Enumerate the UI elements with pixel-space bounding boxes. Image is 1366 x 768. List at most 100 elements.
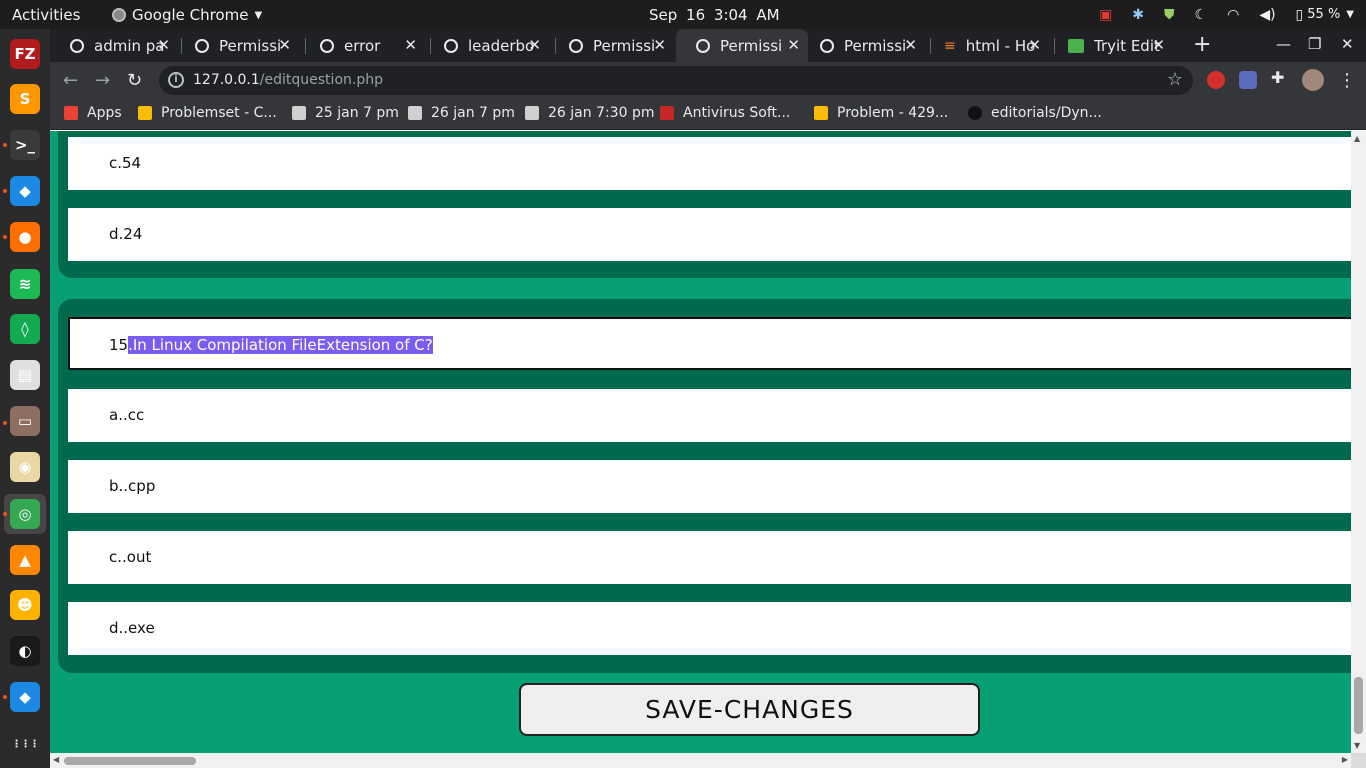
scroll-left-arrow-icon[interactable]: ◀	[53, 755, 59, 764]
bookmark-apps[interactable]: Apps	[64, 105, 122, 121]
github-icon	[968, 106, 982, 120]
forward-arrow-icon[interactable]: →	[95, 70, 110, 91]
info-icon[interactable]: i	[168, 72, 184, 88]
file-manager-icon[interactable]: ▭	[10, 406, 40, 436]
volume-icon[interactable]: ◀)	[1259, 7, 1275, 23]
bookmark-26jan-7pm[interactable]: 26 jan 7 pm	[408, 105, 515, 121]
option-a-field[interactable]: a..cc	[68, 389, 1351, 442]
close-icon[interactable]: ✕	[904, 36, 917, 54]
option-d-field[interactable]: d..exe	[68, 602, 1351, 655]
mongodb-compass-icon[interactable]: ◊	[10, 314, 40, 344]
rhythmbox-icon[interactable]: ◉	[10, 452, 40, 482]
reload-icon[interactable]: ↻	[127, 70, 142, 91]
chevron-down-icon[interactable]: ▼	[1346, 9, 1354, 20]
kebab-menu-icon[interactable]: ⋮	[1338, 70, 1356, 91]
filezilla-icon[interactable]: FZ	[10, 39, 40, 69]
wifi-icon[interactable]: ◠	[1227, 7, 1239, 23]
tab-tryit-editor[interactable]: Tryit Edit ✕	[1048, 29, 1173, 62]
running-indicator	[3, 143, 7, 147]
scroll-right-arrow-icon[interactable]: ▶	[1342, 755, 1348, 764]
dock: FZ S >_ ◆ ● ≋ ◊ ▤ ▭ ◉ ◎ ▲ ☻ ◐ ◆ ⋮⋮⋮	[0, 29, 50, 768]
close-icon[interactable]: ✕	[1028, 36, 1041, 54]
tab-admin[interactable]: admin pa ✕	[50, 29, 178, 62]
horizontal-scroll-thumb[interactable]	[64, 757, 196, 765]
system-tray[interactable]: ▣ ✱ ⛊ ☾ ◠ ◀) ▯ 55 % ▼	[1099, 0, 1366, 29]
clock[interactable]: Sep 16 3:04 AM	[649, 6, 780, 24]
minimize-icon[interactable]: —	[1276, 35, 1291, 53]
vlc-icon[interactable]: ▲	[10, 545, 40, 575]
bookmark-star-icon[interactable]: ☆	[1167, 69, 1183, 90]
vertical-scroll-thumb[interactable]	[1354, 677, 1363, 734]
scroll-down-arrow-icon[interactable]: ▼	[1354, 741, 1360, 750]
close-icon[interactable]: ✕	[1152, 36, 1165, 54]
horizontal-scrollbar[interactable]: ◀ ▶	[50, 753, 1351, 768]
scroll-up-arrow-icon[interactable]: ▲	[1354, 134, 1360, 143]
close-icon[interactable]: ✕	[787, 36, 800, 54]
document-viewer-icon[interactable]: ▤	[10, 360, 40, 390]
close-window-icon[interactable]: ✕	[1341, 35, 1354, 53]
option-c-field[interactable]: c.54	[68, 137, 1351, 190]
bookmark-editorials[interactable]: editorials/Dyn...	[968, 105, 1102, 121]
back-arrow-icon[interactable]: ←	[63, 70, 78, 91]
tab-permission-1[interactable]: Permissi ✕	[175, 29, 299, 62]
shield-icon[interactable]: ⛊	[1164, 7, 1175, 23]
tab-html-stackoverflow[interactable]: ≡ html - Ho ✕	[924, 29, 1049, 62]
globe-icon	[70, 38, 84, 53]
software-center-icon[interactable]: ☻	[10, 590, 40, 620]
close-icon[interactable]: ✕	[278, 36, 291, 54]
option-d-field[interactable]: d.24	[68, 208, 1351, 261]
bookmark-label: Antivirus Soft...	[683, 105, 791, 121]
scrollbar-corner	[1351, 753, 1366, 768]
close-icon[interactable]: ✕	[528, 36, 541, 54]
hackerrank-icon	[525, 106, 539, 120]
tab-title: html - Ho	[965, 36, 1036, 55]
bookmark-label: Apps	[87, 105, 122, 121]
chrome-small-icon	[112, 8, 126, 22]
adblock-extension-icon[interactable]	[1207, 71, 1225, 89]
option-c-field[interactable]: c..out	[68, 531, 1351, 584]
firefox-icon[interactable]: ●	[10, 222, 40, 252]
question-text-field[interactable]: 15.In Linux Compilation FileExtension of…	[68, 317, 1351, 370]
spotify-icon[interactable]: ≋	[10, 269, 40, 299]
bluetooth-icon[interactable]: ✱	[1132, 7, 1144, 23]
close-icon[interactable]: ✕	[157, 36, 170, 54]
question-block-15: 15.In Linux Compilation FileExtension of…	[58, 299, 1351, 673]
night-light-icon[interactable]: ☾	[1195, 7, 1208, 23]
restore-icon[interactable]: ❐	[1308, 35, 1321, 53]
tab-permission-3[interactable]: Permissi ✕	[800, 29, 925, 62]
obs-icon[interactable]: ◐	[10, 636, 40, 666]
bookmark-26jan-730pm[interactable]: 26 jan 7:30 pm	[525, 105, 654, 121]
bookmark-antivirus[interactable]: Antivirus Soft...	[660, 105, 790, 121]
sublime-text-icon[interactable]: S	[10, 84, 40, 114]
chrome-icon[interactable]: ◎	[10, 499, 40, 529]
new-tab-button[interactable]: +	[1193, 32, 1211, 57]
close-icon[interactable]: ✕	[653, 36, 666, 54]
selected-question-text: .In Linux Compilation FileExtension of C…	[128, 336, 433, 354]
close-icon[interactable]: ✕	[404, 36, 417, 54]
battery-icon[interactable]: ▯	[1296, 7, 1304, 23]
bookmark-problemset[interactable]: Problemset - C...	[138, 105, 277, 121]
tab-permission-2[interactable]: Permissi ✕	[549, 29, 674, 62]
activities-button[interactable]: Activities	[12, 6, 80, 24]
record-indicator-icon[interactable]: ▣	[1099, 7, 1112, 23]
tab-error[interactable]: error ✕	[300, 29, 425, 62]
terminal-icon[interactable]: >_	[10, 130, 40, 160]
tab-permission-active[interactable]: Permissi ✕	[676, 29, 808, 62]
vertical-scrollbar[interactable]: ▲ ▼	[1351, 131, 1366, 753]
screen-capture-extension-icon[interactable]	[1239, 71, 1257, 89]
browser-toolbar: ← → ↻ i 127.0.0.1/editquestion.php ☆ ✚ ⋮	[50, 62, 1366, 99]
address-bar[interactable]: i 127.0.0.1/editquestion.php ☆	[159, 66, 1193, 95]
show-applications-icon[interactable]: ⋮⋮⋮	[10, 729, 40, 759]
puzzle-piece-icon[interactable]: ✚	[1271, 68, 1289, 87]
bookmark-25jan[interactable]: 25 jan 7 pm	[292, 105, 399, 121]
vscode-icon[interactable]: ◆	[10, 176, 40, 206]
bookmark-problem-429[interactable]: Problem - 429...	[814, 105, 948, 121]
tab-leaderboard[interactable]: leaderbo ✕	[424, 29, 549, 62]
option-b-field[interactable]: b..cpp	[68, 460, 1351, 513]
codechef-icon	[408, 106, 422, 120]
app-menu[interactable]: Google Chrome ▼	[112, 6, 262, 24]
vscode-icon[interactable]: ◆	[10, 682, 40, 712]
avatar[interactable]	[1302, 69, 1324, 91]
url-text[interactable]: 127.0.0.1/editquestion.php	[193, 72, 383, 88]
save-changes-button[interactable]: SAVE-CHANGES	[519, 683, 980, 736]
